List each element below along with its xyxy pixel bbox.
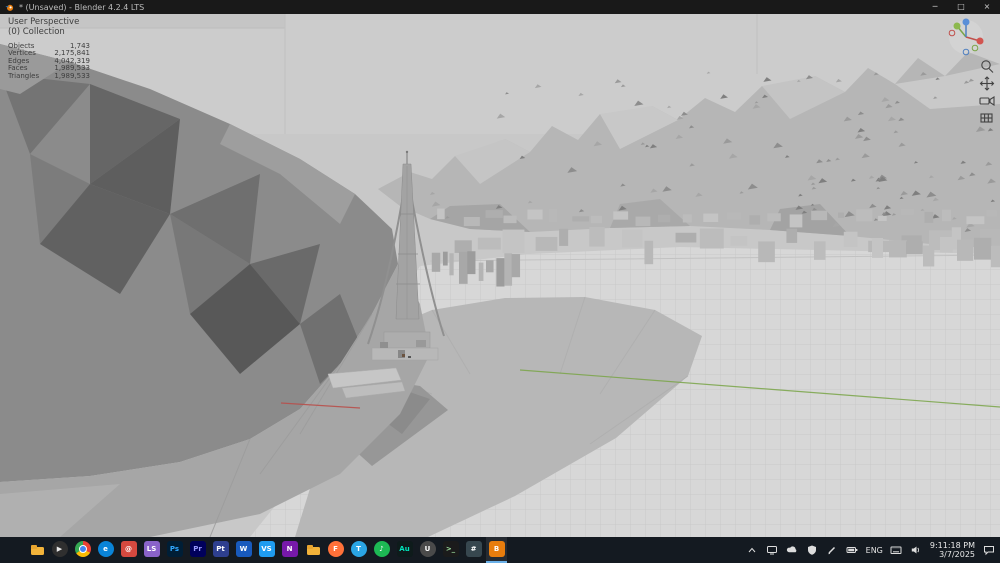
terminal-icon: >_ <box>442 541 459 557</box>
stat-triangles: Triangles 1,989,533 <box>8 71 90 80</box>
viewport-perspective-label: User Perspective <box>8 17 80 27</box>
media-player-icon: ▶ <box>51 541 68 557</box>
taskbar-tray: ENG 9:11:18 PM 3/7/2025 <box>746 541 997 560</box>
taskbar-app-onenote[interactable]: N <box>279 537 300 563</box>
mail-icon: @ <box>120 541 137 557</box>
touch-keyboard-icon[interactable] <box>890 544 903 557</box>
notification-center-icon[interactable] <box>982 544 995 557</box>
taskbar-app-mail[interactable]: @ <box>118 537 139 563</box>
unity-icon: U <box>419 541 436 557</box>
taskbar-app-start[interactable] <box>3 537 24 563</box>
taskbar-app-blender[interactable]: B <box>486 537 507 563</box>
taskbar-app-unity[interactable]: U <box>417 537 438 563</box>
pen-tray-icon[interactable] <box>826 544 839 557</box>
window-titlebar[interactable]: * (Unsaved) - Blender 4.2.4 LTS ─ □ × <box>0 0 1000 14</box>
taskbar-app-telegram[interactable]: T <box>348 537 369 563</box>
vscode-icon: VS <box>258 541 275 557</box>
chrome-icon <box>74 541 91 557</box>
word-icon: W <box>235 541 252 557</box>
taskbar-app-vscode[interactable]: VS <box>256 537 277 563</box>
folder-icon <box>305 541 321 557</box>
edge-icon: e <box>97 541 114 557</box>
3d-viewport[interactable]: User Perspective (0) Collection Objects 1… <box>0 14 1000 537</box>
onedrive-tray-icon[interactable] <box>786 544 799 557</box>
taskbar-app-file-explorer[interactable] <box>26 537 47 563</box>
minimize-button[interactable]: ─ <box>922 0 948 14</box>
taskbar-app-terminal[interactable]: >_ <box>440 537 461 563</box>
taskbar-app-grid-app[interactable]: # <box>463 537 484 563</box>
hidden-icons-button[interactable] <box>746 544 759 557</box>
onenote-icon: N <box>281 541 298 557</box>
taskbar-app-lightshot[interactable]: LS <box>141 537 162 563</box>
taskbar: ▶ e @ LS Ps Pr Pt W VS N F T ♪ Au U >_ # B ENG 9:11:18 PM… <box>0 537 1000 563</box>
defender-shield-icon[interactable] <box>806 544 819 557</box>
audition-icon: Au <box>396 541 413 557</box>
taskbar-app-pt-app[interactable]: Pt <box>210 537 231 563</box>
taskbar-app-premiere[interactable]: Pr <box>187 537 208 563</box>
taskbar-app-media-player[interactable]: ▶ <box>49 537 70 563</box>
language-indicator[interactable]: ENG <box>866 546 883 555</box>
display-tray-icon[interactable] <box>766 544 779 557</box>
taskbar-app-photoshop[interactable]: Ps <box>164 537 185 563</box>
firefox-icon: F <box>327 541 344 557</box>
start-icon <box>6 541 22 557</box>
taskbar-app-chrome[interactable] <box>72 537 93 563</box>
taskbar-app-word[interactable]: W <box>233 537 254 563</box>
spotify-icon: ♪ <box>373 541 390 557</box>
grid-app-icon: # <box>465 541 482 557</box>
window-controls: ─ □ × <box>922 0 1000 14</box>
viewport-scene <box>0 14 1000 537</box>
taskbar-app-firefox[interactable]: F <box>325 537 346 563</box>
window-title: * (Unsaved) - Blender 4.2.4 LTS <box>19 2 145 12</box>
taskbar-app-edge[interactable]: e <box>95 537 116 563</box>
taskbar-app-folder[interactable] <box>302 537 323 563</box>
battery-icon[interactable] <box>846 544 859 557</box>
close-button[interactable]: × <box>974 0 1000 14</box>
taskbar-apps: ▶ e @ LS Ps Pr Pt W VS N F T ♪ Au U >_ # B <box>3 537 507 563</box>
pt-app-icon: Pt <box>212 541 229 557</box>
lightshot-icon: LS <box>143 541 160 557</box>
file-explorer-icon <box>29 541 45 557</box>
speaker-icon[interactable] <box>910 544 923 557</box>
telegram-icon: T <box>350 541 367 557</box>
clock-date: 3/7/2025 <box>939 550 975 559</box>
taskbar-app-spotify[interactable]: ♪ <box>371 537 392 563</box>
maximize-button[interactable]: □ <box>948 0 974 14</box>
clock-time: 9:11:18 PM <box>929 540 975 550</box>
viewport-collection-label: (0) Collection <box>8 27 65 37</box>
taskbar-clock[interactable]: 9:11:18 PM 3/7/2025 <box>930 541 975 560</box>
taskbar-app-audition[interactable]: Au <box>394 537 415 563</box>
blender-icon: B <box>488 541 505 557</box>
blender-window: * (Unsaved) - Blender 4.2.4 LTS ─ □ × Us… <box>0 0 1000 563</box>
premiere-icon: Pr <box>189 541 206 557</box>
blender-logo-icon <box>5 3 14 12</box>
photoshop-icon: Ps <box>166 541 183 557</box>
scene-statistics: Objects 1,743 Vertices 2,175,841 Edges 4,042,… <box>8 42 90 80</box>
